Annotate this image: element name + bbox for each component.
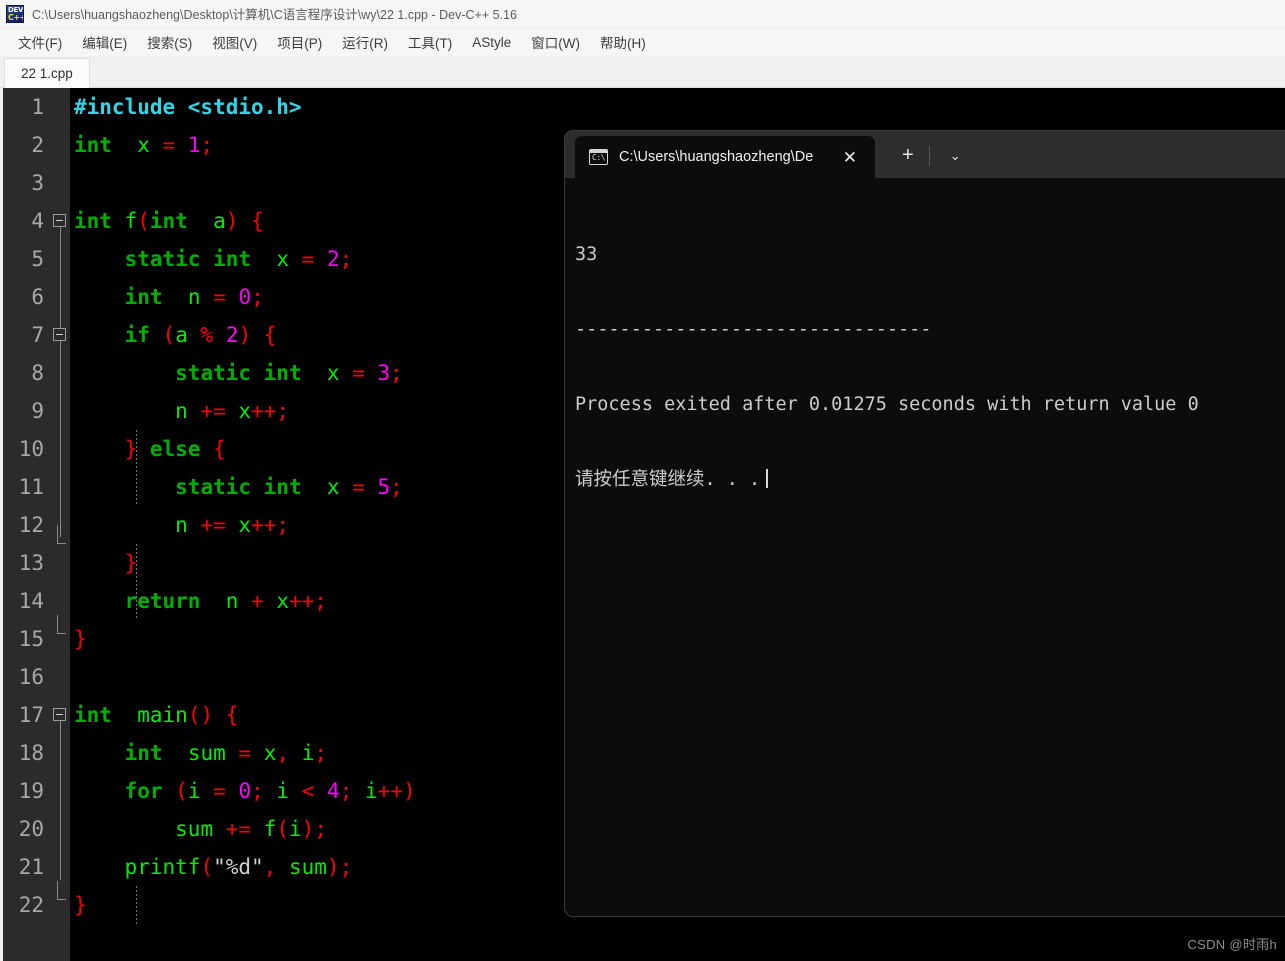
fold-marker-line-7[interactable] — [53, 328, 66, 341]
line-number: 1 — [31, 95, 44, 119]
terminal-window[interactable]: C:\ C:\Users\huangshaozheng\De ✕ + ⌄ 33 … — [565, 131, 1285, 916]
chevron-down-icon[interactable]: ⌄ — [942, 147, 969, 164]
terminal-output[interactable]: 33 -------------------------------- Proc… — [565, 178, 1285, 542]
line-number: 13 — [18, 551, 44, 575]
terminal-tab-title: C:\Users\huangshaozheng\De — [619, 149, 814, 165]
devcpp-icon-line2: C++ — [8, 12, 23, 22]
menubar: 文件(F) 编辑(E) 搜索(S) 视图(V) 项目(P) 运行(R) 工具(T… — [0, 28, 1285, 56]
close-icon[interactable]: ✕ — [837, 146, 863, 169]
new-tab-button[interactable]: + — [893, 143, 923, 167]
window-title: C:\Users\huangshaozheng\Desktop\计算机\C语言程… — [32, 8, 517, 22]
window-titlebar: DEV C++ C:\Users\huangshaozheng\Desktop\… — [0, 0, 1285, 28]
fold-marker-line-17[interactable] — [53, 708, 66, 721]
line-number: 2 — [31, 133, 44, 157]
menu-item-help[interactable]: 帮助(H) — [590, 29, 656, 55]
editor-tab-22-1-cpp[interactable]: 22 1.cpp — [4, 58, 90, 88]
code-line: #include <stdio.h> — [74, 95, 302, 119]
terminal-cursor — [766, 469, 769, 488]
fold-end-line-13 — [57, 525, 66, 544]
menu-item-run[interactable]: 运行(R) — [332, 29, 398, 55]
fold-guide-line-17 — [60, 721, 61, 880]
menu-item-search[interactable]: 搜索(S) — [137, 29, 202, 55]
fold-end-line-15 — [57, 615, 66, 634]
toolbar-divider — [928, 146, 930, 166]
menu-item-project[interactable]: 项目(P) — [267, 29, 332, 55]
editor-tabstrip: 22 1.cpp — [0, 56, 1285, 88]
csdn-watermark: CSDN @时雨h — [1187, 937, 1277, 952]
command-prompt-icon: C:\ — [589, 149, 608, 165]
menu-item-astyle[interactable]: AStyle — [462, 32, 521, 53]
line-number: 3 — [31, 171, 44, 195]
menu-item-file[interactable]: 文件(F) — [8, 29, 72, 55]
menu-item-view[interactable]: 视图(V) — [202, 29, 267, 55]
line-number: 16 — [18, 665, 44, 689]
fold-marker-line-4[interactable] — [53, 214, 66, 227]
terminal-tab[interactable]: C:\ C:\Users\huangshaozheng\De ✕ — [575, 136, 875, 178]
editor-gutter: 1 2 3 4 5 6 7 8 9 10 11 12 13 14 15 16 1… — [0, 88, 70, 961]
menu-item-tools[interactable]: 工具(T) — [398, 29, 462, 55]
terminal-titlebar: C:\ C:\Users\huangshaozheng\De ✕ + ⌄ — [565, 131, 1285, 178]
menu-item-window[interactable]: 窗口(W) — [521, 29, 590, 55]
menu-item-edit[interactable]: 编辑(E) — [72, 29, 137, 55]
terminal-prompt-text: 请按任意键继续. . . — [575, 469, 761, 490]
devcpp-window: DEV C++ C:\Users\huangshaozheng\Desktop\… — [0, 0, 1285, 961]
fold-end-line-22 — [57, 881, 66, 900]
fold-guide-line-7 — [60, 341, 61, 537]
terminal-prompt-line: 请按任意键继续. . . — [575, 467, 1285, 492]
command-prompt-icon-text: C:\ — [592, 153, 605, 162]
terminal-output-line: -------------------------------- — [575, 319, 932, 340]
devcpp-icon: DEV C++ — [6, 4, 24, 23]
terminal-output-line: Process exited after 0.01275 seconds wit… — [575, 394, 1199, 415]
terminal-output-line: 33 — [575, 244, 598, 265]
